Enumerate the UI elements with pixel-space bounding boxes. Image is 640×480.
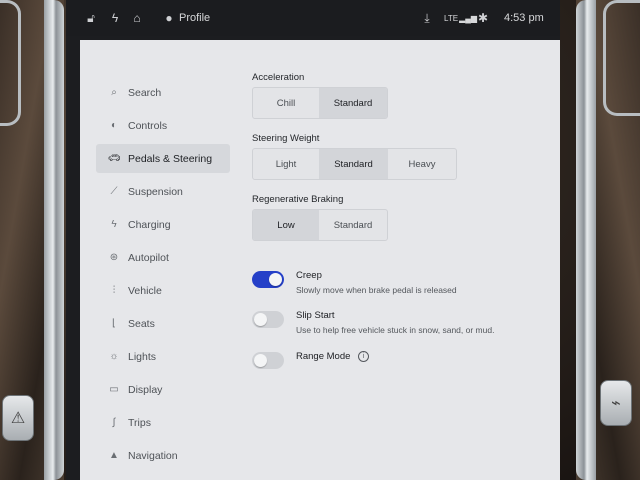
sidebar-item-label: Pedals & Steering — [128, 152, 213, 165]
clock: 4:53 pm — [504, 12, 544, 24]
slip-start-toggle[interactable] — [252, 311, 284, 328]
acceleration-label: Acceleration — [252, 72, 305, 83]
suspension-icon: ⟋ — [110, 186, 118, 197]
hazard-icon: ⚠ — [10, 410, 26, 427]
navigation-icon: ▲ — [109, 450, 119, 461]
creep-title: Creep — [296, 270, 322, 281]
sidebar-item-autopilot[interactable]: ⊛ Autopilot — [96, 243, 230, 272]
steering-option-heavy[interactable]: Heavy — [388, 149, 456, 179]
sidebar-item-navigation[interactable]: ▲ Navigation — [96, 441, 230, 470]
profile-label: Profile — [179, 12, 211, 24]
bluetooth-icon[interactable]: ✱ — [476, 11, 490, 25]
bolt-icon: ϟ — [111, 219, 117, 230]
sidebar-item-pedals-steering[interactable]: 🚗︎ Pedals & Steering — [96, 144, 230, 173]
sidebar-item-controls[interactable]: ◐ Controls — [96, 111, 230, 140]
glovebox-icon: ⌁ — [611, 395, 621, 412]
hazard-button[interactable]: ⚠ — [2, 395, 34, 441]
slip-start-description: Use to help free vehicle stuck in snow, … — [296, 325, 495, 335]
signal-icon: ▂▄▆ — [459, 13, 478, 23]
settings-sidebar: ⌕ Search ◐ Controls 🚗︎ Pedals & Steering… — [96, 78, 230, 474]
range-mode-title: Range Mode — [296, 351, 351, 362]
profile-button[interactable]: ● Profile — [162, 0, 210, 36]
car-icon: 🚗︎ — [108, 153, 121, 164]
info-icon[interactable]: i — [358, 351, 370, 362]
sidebar-item-label: Vehicle — [128, 284, 162, 297]
sidebar-item-vehicle[interactable]: ⫶ Vehicle — [96, 276, 230, 305]
sidebar-item-label: Navigation — [128, 449, 178, 462]
chrome-bezel-right — [576, 0, 596, 480]
lock-icon[interactable]: 🔓︎ — [84, 11, 98, 26]
search-icon: ⌕ — [111, 87, 117, 98]
sidebar-item-label: Autopilot — [128, 251, 169, 264]
sun-icon: ☼ — [109, 351, 119, 362]
slip-start-row: Slip Start Use to help free vehicle stuc… — [252, 310, 494, 335]
range-mode-row: Range Mode i — [252, 351, 370, 369]
touchscreen: 🔓︎ ϟ ⌂ ● Profile ⤓ LTE ▂▄▆ ✱ 4:53 pm ⌕ S… — [66, 0, 560, 480]
settings-panel: ⌕ Search ◐ Controls 🚗︎ Pedals & Steering… — [80, 40, 560, 480]
sidebar-item-search[interactable]: ⌕ Search — [96, 78, 230, 107]
regen-option-standard[interactable]: Standard — [319, 210, 387, 240]
creep-toggle[interactable] — [252, 271, 284, 288]
status-bar: 🔓︎ ϟ ⌂ ● Profile ⤓ LTE ▂▄▆ ✱ 4:53 pm — [66, 0, 560, 36]
regen-braking-label: Regenerative Braking — [252, 194, 344, 205]
sidebar-item-label: Charging — [128, 218, 171, 231]
sliders-icon: ⫶ — [112, 285, 116, 296]
toggle-icon: ◐ — [110, 120, 118, 131]
chrome-bezel-left — [44, 0, 64, 480]
person-icon: ● — [165, 11, 173, 25]
steering-wheel-icon: ⊛ — [109, 252, 119, 263]
network-label: LTE — [444, 13, 459, 23]
steering-weight-segmented-control: Light Standard Heavy — [252, 148, 457, 180]
sidebar-item-label: Seats — [128, 317, 155, 330]
creep-row: Creep Slowly move when brake pedal is re… — [252, 270, 457, 295]
steering-option-light[interactable]: Light — [253, 149, 319, 179]
acceleration-option-standard[interactable]: Standard — [319, 88, 387, 118]
range-mode-toggle[interactable] — [252, 352, 284, 369]
download-icon[interactable]: ⤓ — [420, 11, 434, 26]
trips-icon: ∫ — [112, 417, 116, 428]
sidebar-item-seats[interactable]: ⌊ Seats — [96, 309, 230, 338]
glovebox-button[interactable]: ⌁ — [600, 380, 632, 426]
sidebar-item-label: Trips — [128, 416, 151, 429]
steering-weight-label: Steering Weight — [252, 133, 320, 144]
seat-icon: ⌊ — [112, 318, 116, 329]
display-icon: ▭ — [109, 384, 119, 395]
sidebar-item-label: Suspension — [128, 185, 183, 198]
sidebar-item-label: Search — [128, 86, 162, 99]
regen-option-low[interactable]: Low — [253, 210, 319, 240]
creep-description: Slowly move when brake pedal is released — [296, 285, 457, 295]
home-icon[interactable]: ⌂ — [130, 11, 144, 25]
sidebar-item-label: Lights — [128, 350, 157, 363]
steering-option-standard[interactable]: Standard — [319, 149, 388, 179]
sidebar-item-label: Controls — [128, 119, 168, 132]
bolt-icon[interactable]: ϟ — [108, 11, 122, 25]
sidebar-item-charging[interactable]: ϟ Charging — [96, 210, 230, 239]
slip-start-title: Slip Start — [296, 310, 335, 321]
sidebar-item-trips[interactable]: ∫ Trips — [96, 408, 230, 437]
sidebar-item-display[interactable]: ▭ Display — [96, 375, 230, 404]
sidebar-item-suspension[interactable]: ⟋ Suspension — [96, 177, 230, 206]
sidebar-item-lights[interactable]: ☼ Lights — [96, 342, 230, 371]
air-vent-left — [0, 0, 21, 126]
sidebar-item-label: Display — [128, 383, 163, 396]
acceleration-option-chill[interactable]: Chill — [253, 88, 319, 118]
regen-braking-segmented-control: Low Standard — [252, 209, 388, 241]
acceleration-segmented-control: Chill Standard — [252, 87, 388, 119]
air-vent-right — [603, 0, 640, 116]
